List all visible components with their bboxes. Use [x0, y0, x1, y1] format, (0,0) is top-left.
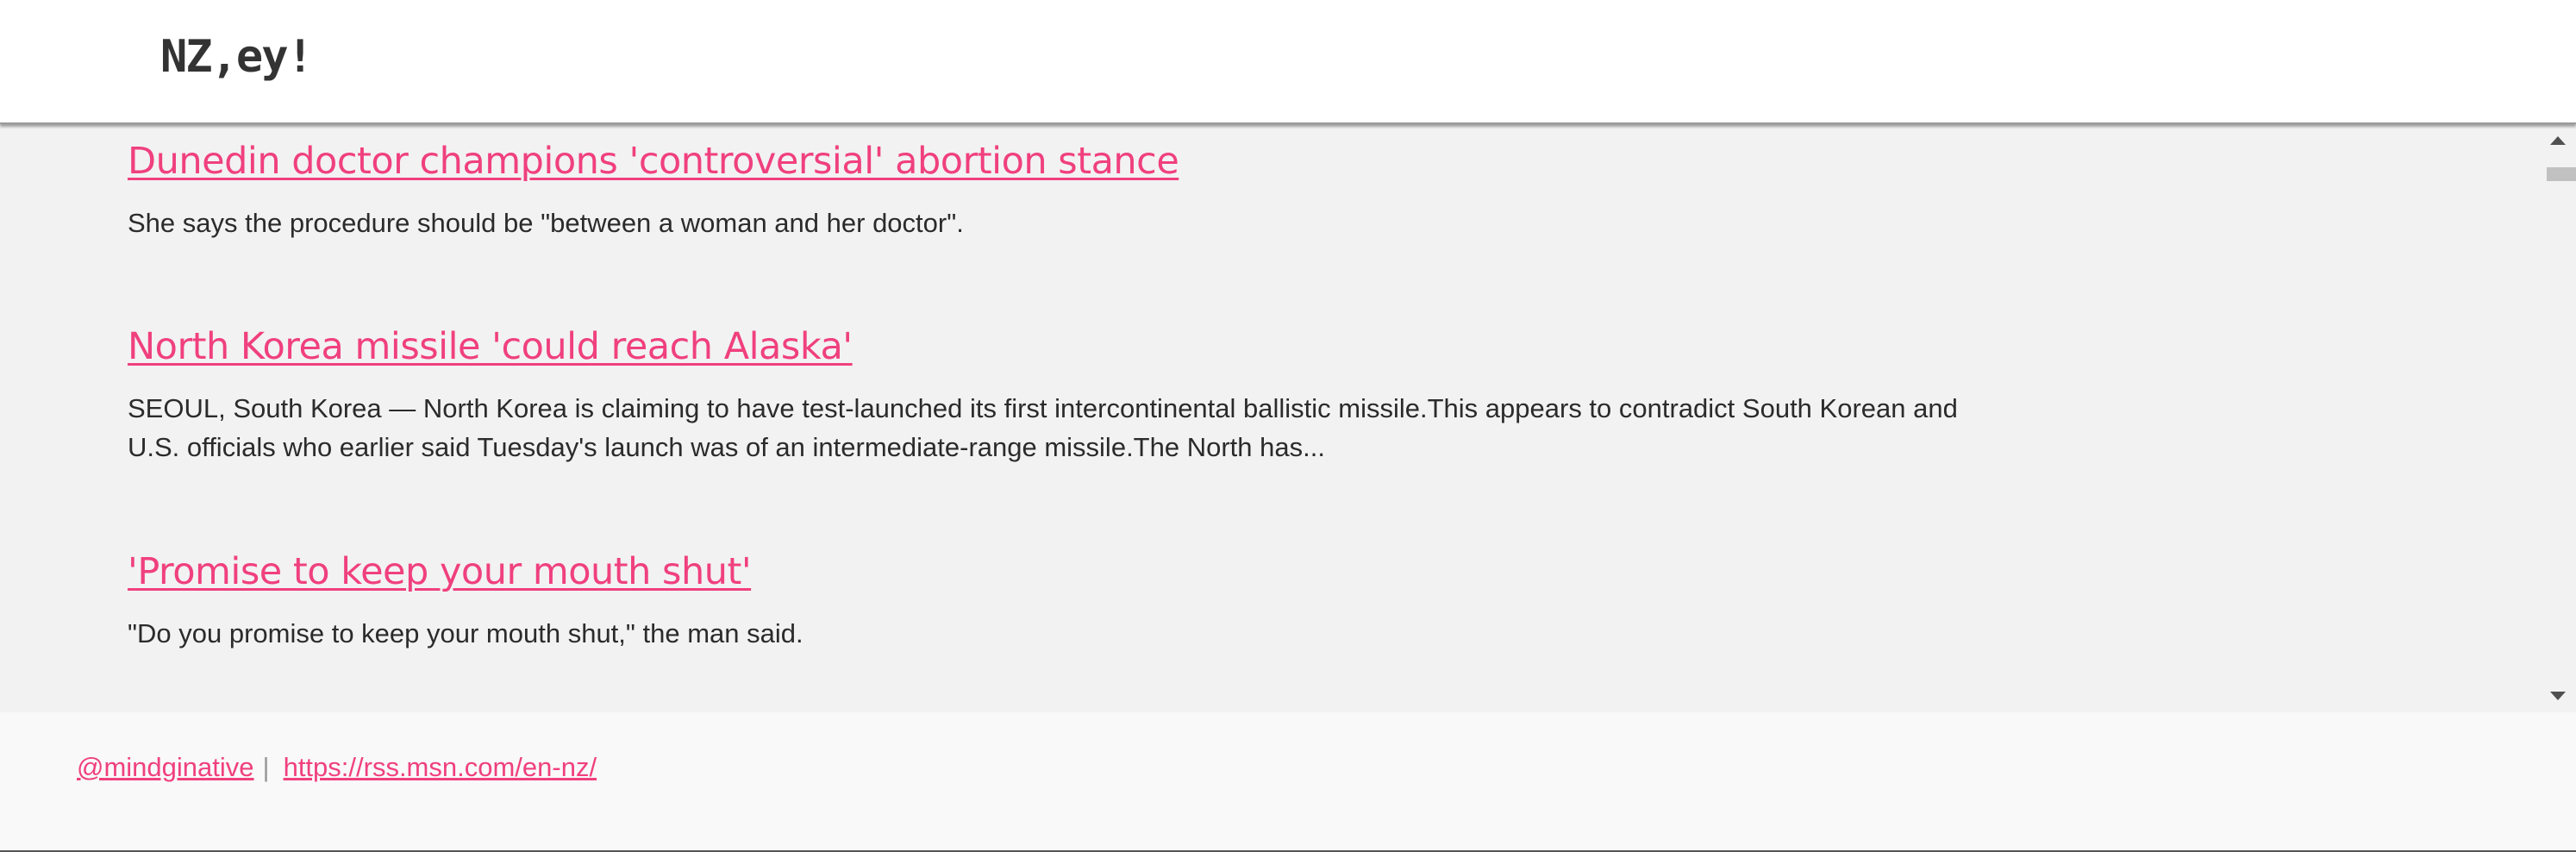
scroll-up-arrow-icon[interactable]: [2550, 136, 2566, 145]
footer-separator: |: [262, 752, 270, 782]
article-summary: "Do you promise to keep your mouth shut,…: [128, 618, 803, 648]
article-summary: She says the procedure should be "betwee…: [128, 208, 964, 238]
article-title-link[interactable]: North Korea missile 'could reach Alaska': [128, 325, 853, 368]
site-footer: @mindginative | https://rss.msn.com/en-nz/: [0, 712, 2576, 852]
site-logo[interactable]: NZ,ey!: [160, 31, 314, 83]
article-list: Dunedin doctor champions 'controversial'…: [0, 124, 2576, 712]
rss-source-link[interactable]: https://rss.msn.com/en-nz/: [284, 752, 597, 782]
article-summary: SEOUL, South Korea — North Korea is clai…: [128, 389, 2024, 467]
scroll-down-arrow-icon[interactable]: [2550, 692, 2566, 700]
article-summary-line: U.S. officials who earlier said Tuesday'…: [128, 432, 1325, 462]
article-title-link[interactable]: Dunedin doctor champions 'controversial'…: [128, 140, 1179, 183]
article-item: Dunedin doctor champions 'controversial'…: [128, 140, 2024, 242]
article-summary-line: SEOUL, South Korea — North Korea is clai…: [128, 393, 1958, 423]
scroll-thumb[interactable]: [2547, 167, 2576, 181]
content-scrollbar[interactable]: [2542, 124, 2576, 712]
site-header: NZ,ey!: [0, 0, 2576, 124]
footer-links: @mindginative | https://rss.msn.com/en-nz/: [77, 752, 597, 783]
article-item: North Korea missile 'could reach Alaska'…: [128, 325, 2024, 467]
article-item: 'Promise to keep your mouth shut' "Do yo…: [128, 550, 2024, 653]
author-handle-link[interactable]: @mindginative: [77, 752, 254, 782]
article-title-link[interactable]: 'Promise to keep your mouth shut': [128, 550, 752, 593]
